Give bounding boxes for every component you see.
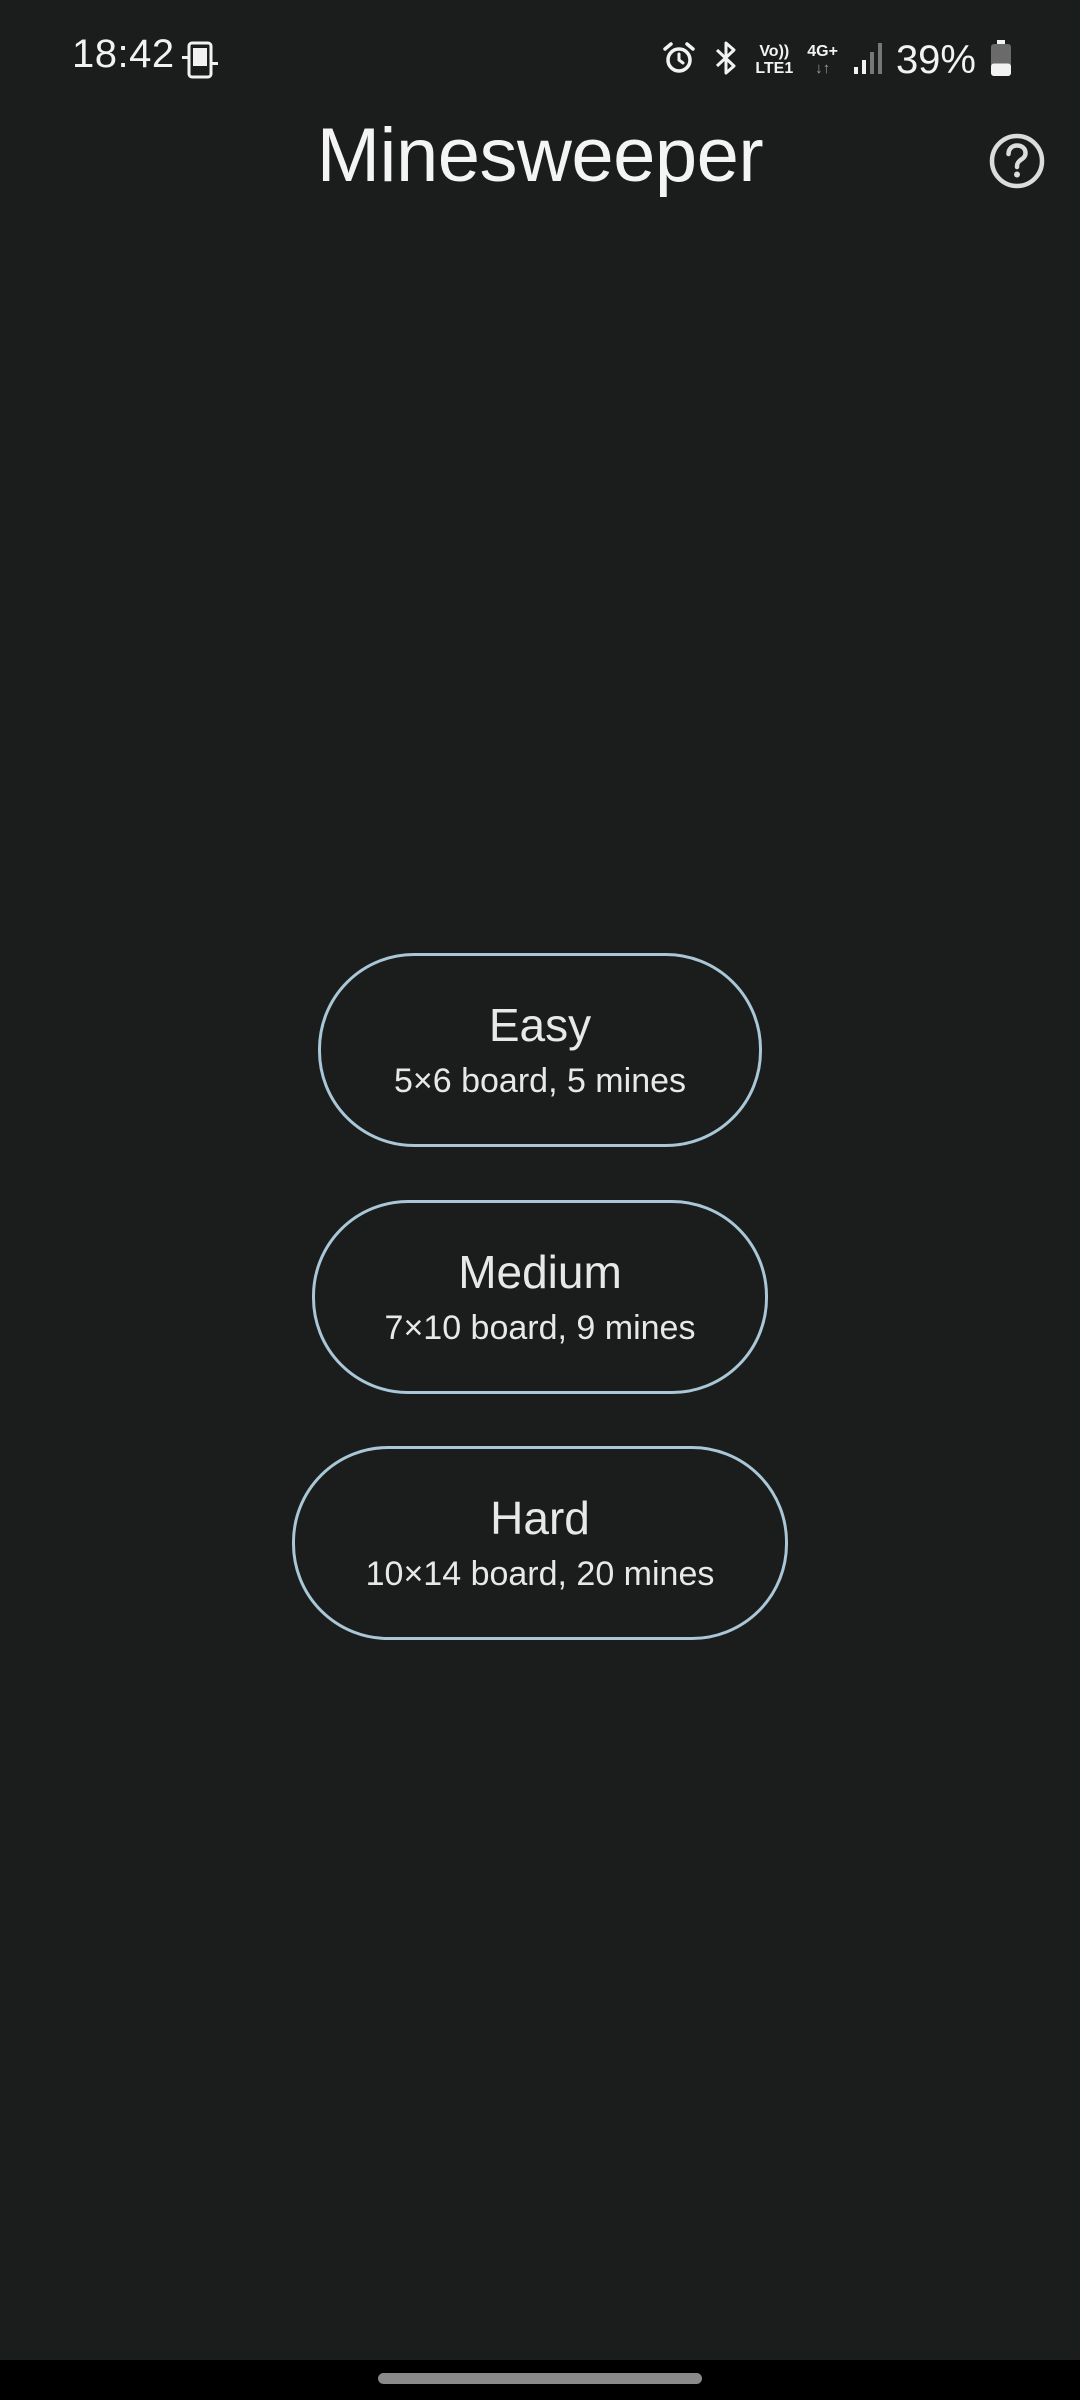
bluetooth-icon	[711, 39, 741, 82]
volte-label-top: Vo))	[759, 43, 790, 60]
medium-difficulty-button[interactable]: Medium 7×10 board, 9 mines	[312, 1200, 768, 1394]
help-circle-icon	[989, 133, 1045, 189]
4g-icon: 4G+ ↓↑	[807, 43, 838, 77]
status-bar: 18:42 Vo)) LTE1 4G+ ↓↑ 39%	[0, 0, 1080, 120]
hard-difficulty-button[interactable]: Hard 10×14 board, 20 mines	[292, 1446, 788, 1640]
signal-icon	[852, 41, 882, 80]
network-type-label: 4G+	[807, 43, 838, 60]
alarm-icon	[661, 40, 697, 81]
app-screen: 18:42 Vo)) LTE1 4G+ ↓↑ 39% Minesweeper E…	[0, 0, 1080, 2400]
data-activity-arrows: ↓↑	[815, 60, 831, 77]
easy-difficulty-button[interactable]: Easy 5×6 board, 5 mines	[318, 953, 762, 1147]
status-icons: Vo)) LTE1 4G+ ↓↑ 39%	[661, 30, 1012, 90]
page-title: Minesweeper	[316, 113, 764, 198]
difficulty-name: Hard	[490, 1492, 590, 1544]
difficulty-description: 7×10 board, 9 mines	[384, 1309, 696, 1347]
home-gesture-handle[interactable]	[378, 2373, 702, 2384]
difficulty-description: 10×14 board, 20 mines	[365, 1555, 715, 1593]
battery-percent: 39%	[895, 37, 976, 82]
difficulty-name: Medium	[458, 1246, 622, 1298]
phone-screen-icon	[180, 40, 220, 80]
battery-icon	[990, 39, 1012, 82]
volte-icon: Vo)) LTE1	[755, 43, 793, 77]
volte-label-bottom: LTE1	[755, 60, 794, 77]
status-time: 18:42	[72, 32, 175, 76]
difficulty-name: Easy	[488, 999, 592, 1051]
help-button[interactable]	[988, 132, 1046, 190]
difficulty-description: 5×6 board, 5 mines	[393, 1062, 687, 1100]
